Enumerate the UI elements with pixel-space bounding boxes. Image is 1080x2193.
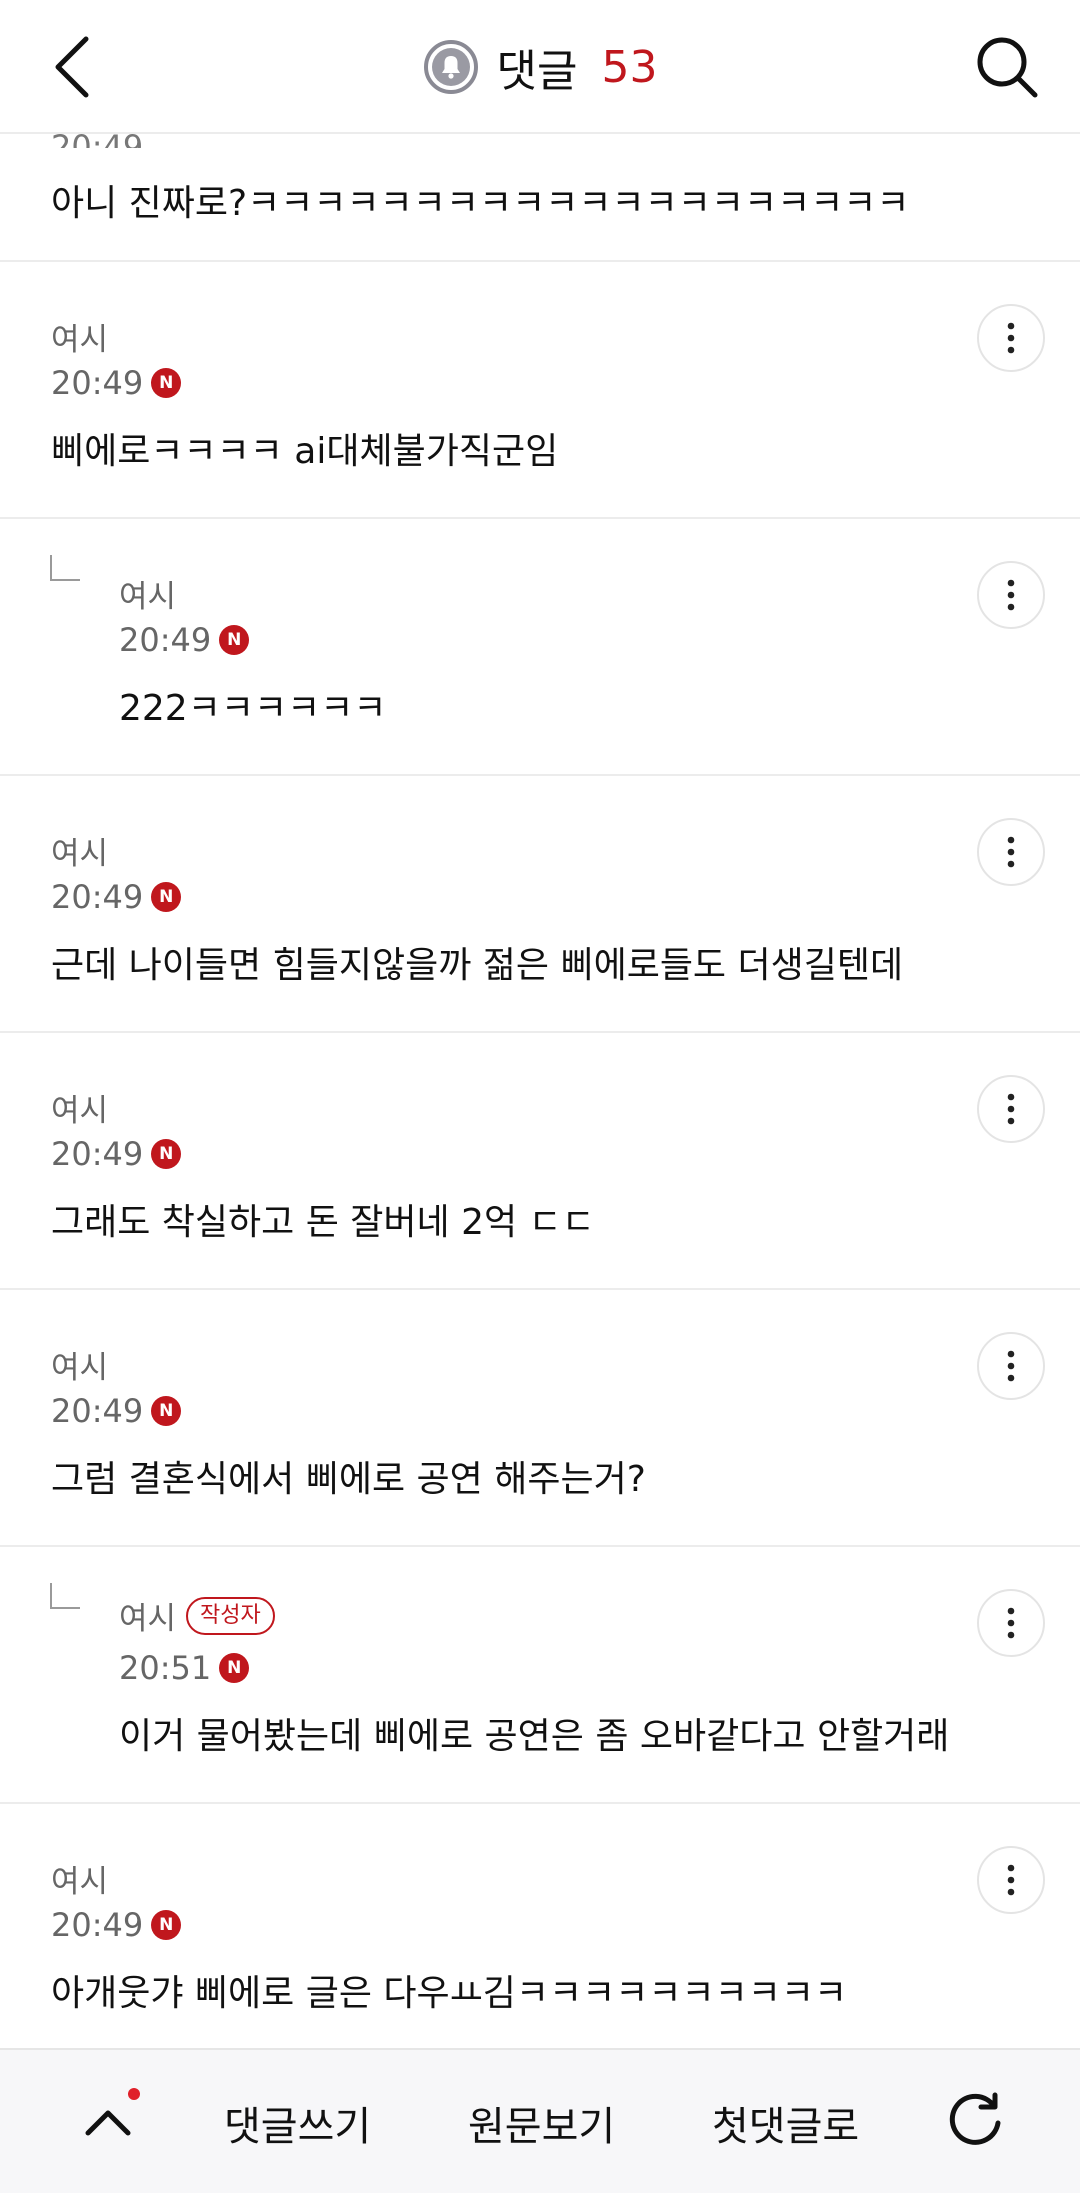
comment-body: 그래도 착실하고 돈 잘버네 2억 ㄷㄷ [51, 1202, 595, 1243]
new-badge: N [151, 368, 182, 398]
comment-meta: 20:49 N [51, 878, 182, 916]
new-badge: N [219, 625, 250, 655]
comment-author: 여시 [119, 571, 176, 616]
comment-item-partial: 20:49 아니 진짜로?ㅋㅋㅋㅋㅋㅋㅋㅋㅋㅋㅋㅋㅋㅋㅋㅋㅋㅋㅋㅋ [0, 128, 1080, 262]
author-name: 여시 [51, 1350, 109, 1386]
comment-meta: 20:49 N [51, 364, 182, 402]
first-comment-button[interactable]: 첫댓글로 [712, 2094, 859, 2152]
more-options-button[interactable] [977, 1846, 1045, 1914]
comment-meta: 20:49 N [51, 1906, 182, 1944]
chevron-up-icon [85, 2110, 131, 2136]
reply-indicator-icon [50, 555, 80, 581]
author-name: 여시 [51, 836, 109, 872]
comment-item: 여시 20:49 N 아개웃갸 삐에로 글은 다우ㅛ김ㅋㅋㅋㅋㅋㅋㅋㅋㅋㅋ [0, 1804, 1080, 2061]
header-title-group: 댓글 53 [0, 36, 1080, 98]
author-name: 여시 [119, 1601, 177, 1637]
new-badge: N [219, 1653, 250, 1683]
more-vertical-icon [1007, 579, 1015, 611]
comment-count: 53 [601, 41, 658, 93]
scroll-up-button[interactable] [76, 2090, 140, 2154]
reply-item: 여시 작성자 20:51 N 이거 물어봤는데 삐에로 공연은 좀 오바같다고 … [0, 1547, 1080, 1804]
comment-item: 여시 20:49 N 그럼 결혼식에서 삐에로 공연 해주는거? [0, 1290, 1080, 1547]
author-name: 여시 [51, 1864, 109, 1900]
author-name: 여시 [119, 579, 177, 615]
comment-item: 여시 20:49 N 근데 나이들면 힘들지않을까 젊은 삐에로들도 더생길텐데 [0, 776, 1080, 1033]
comment-body: 222ㅋㅋㅋㅋㅋㅋ [119, 688, 387, 729]
more-vertical-icon [1007, 836, 1015, 868]
new-badge: N [151, 1139, 182, 1169]
new-badge: N [151, 1910, 182, 1940]
more-options-button[interactable] [977, 1589, 1045, 1657]
comment-body: 그럼 결혼식에서 삐에로 공연 해주는거? [51, 1459, 646, 1500]
more-vertical-icon [1007, 1350, 1015, 1382]
more-vertical-icon [1007, 1864, 1015, 1896]
comment-item: 여시 20:49 N 삐에로ㅋㅋㅋㅋ ai대체불가직군임 [0, 262, 1080, 519]
comment-author: 여시 [51, 1856, 108, 1901]
new-badge: N [151, 882, 182, 912]
refresh-icon [949, 2092, 1001, 2145]
new-badge: N [151, 1396, 182, 1426]
comment-time: 20:49 [51, 878, 144, 916]
comment-author: 여시 [51, 828, 108, 873]
comment-time: 20:49 [51, 1392, 144, 1430]
more-vertical-icon [1007, 1607, 1015, 1639]
comment-time: 20:49 [51, 1135, 144, 1173]
app-header: 댓글 53 [0, 0, 1080, 134]
bell-icon[interactable] [423, 39, 479, 95]
comment-meta: 20:49 N [51, 1135, 182, 1173]
refresh-button[interactable] [938, 2086, 1012, 2160]
notification-dot [128, 2088, 140, 2100]
comment-meta: 20:51 N [119, 1649, 250, 1687]
view-original-button[interactable]: 원문보기 [468, 2094, 615, 2152]
more-vertical-icon [1007, 322, 1015, 354]
more-vertical-icon [1007, 1093, 1015, 1125]
comment-time: 20:49 [119, 621, 212, 659]
author-op-badge: 작성자 [186, 1596, 275, 1635]
reply-indicator-icon [50, 1583, 80, 1609]
comment-body: 아니 진짜로?ㅋㅋㅋㅋㅋㅋㅋㅋㅋㅋㅋㅋㅋㅋㅋㅋㅋㅋㅋㅋ [51, 183, 910, 224]
comment-author: 여시 작성자 [119, 1593, 275, 1638]
bottom-action-bar: 댓글쓰기 원문보기 첫댓글로 [0, 2048, 1080, 2193]
comment-time: 20:49 [51, 364, 144, 402]
search-icon [977, 37, 1038, 98]
author-name: 여시 [51, 1093, 109, 1129]
author-name: 여시 [51, 322, 109, 358]
more-options-button[interactable] [977, 304, 1045, 372]
comment-meta: 20:49 N [119, 621, 250, 659]
comment-author: 여시 [51, 1342, 108, 1387]
comment-body: 근데 나이들면 힘들지않을까 젊은 삐에로들도 더생길텐데 [51, 945, 904, 986]
more-options-button[interactable] [977, 1075, 1045, 1143]
comment-time: 20:51 [119, 1649, 212, 1687]
comment-author: 여시 [51, 314, 108, 359]
search-button[interactable] [970, 30, 1044, 104]
more-options-button[interactable] [977, 561, 1045, 629]
more-options-button[interactable] [977, 818, 1045, 886]
comment-time: 20:49 [51, 1906, 144, 1944]
comment-body: 삐에로ㅋㅋㅋㅋ ai대체불가직군임 [51, 431, 559, 472]
comment-item: 여시 20:49 N 그래도 착실하고 돈 잘버네 2억 ㄷㄷ [0, 1033, 1080, 1290]
comment-body: 이거 물어봤는데 삐에로 공연은 좀 오바같다고 안할거래 [119, 1716, 950, 1757]
more-options-button[interactable] [977, 1332, 1045, 1400]
page-title: 댓글 [496, 46, 578, 97]
reply-item: 여시 20:49 N 222ㅋㅋㅋㅋㅋㅋ [0, 519, 1080, 776]
comment-meta: 20:49 N [51, 1392, 182, 1430]
comment-body: 아개웃갸 삐에로 글은 다우ㅛ김ㅋㅋㅋㅋㅋㅋㅋㅋㅋㅋ [51, 1973, 848, 2014]
comment-author: 여시 [51, 1085, 108, 1130]
write-comment-button[interactable]: 댓글쓰기 [224, 2094, 371, 2152]
